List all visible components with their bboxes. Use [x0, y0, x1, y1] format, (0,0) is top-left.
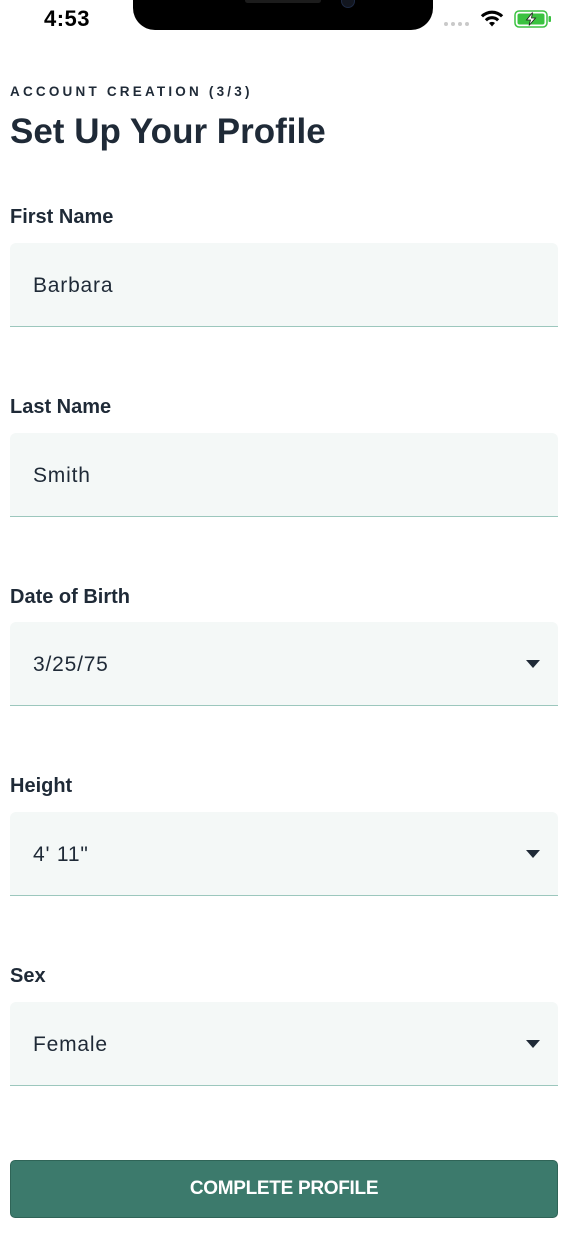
battery-charging-icon: [514, 10, 551, 28]
status-bar: 4:53: [0, 0, 574, 50]
page-title: Set Up Your Profile: [10, 112, 326, 151]
dropdown-caret-icon[interactable]: [526, 850, 540, 858]
notch-camera: [341, 0, 355, 8]
dropdown-caret-icon[interactable]: [526, 660, 540, 668]
dropdown-caret-icon[interactable]: [526, 1040, 540, 1048]
height-select[interactable]: 4' 11": [10, 812, 558, 896]
first-name-label: First Name: [10, 206, 114, 228]
wifi-icon: [480, 10, 504, 27]
date-of-birth-value[interactable]: 3/25/75: [33, 653, 109, 677]
last-name-label: Last Name: [10, 396, 112, 418]
signal-dots-icon: [444, 22, 469, 26]
complete-profile-button[interactable]: COMPLETE PROFILE: [10, 1160, 558, 1218]
first-name-field[interactable]: Barbara: [10, 243, 558, 327]
status-time: 4:53: [44, 6, 91, 31]
date-of-birth-label: Date of Birth: [10, 586, 130, 608]
step-label: ACCOUNT CREATION (3/3): [10, 84, 253, 99]
notch-speaker: [245, 0, 321, 3]
last-name-field[interactable]: Smith: [10, 433, 558, 517]
height-value[interactable]: 4' 11": [33, 843, 89, 867]
last-name-value[interactable]: Smith: [33, 464, 91, 488]
sex-label: Sex: [10, 965, 46, 987]
first-name-value[interactable]: Barbara: [33, 274, 113, 298]
date-of-birth-select[interactable]: 3/25/75: [10, 622, 558, 706]
height-label: Height: [10, 775, 73, 797]
sex-value[interactable]: Female: [33, 1033, 108, 1057]
sex-select[interactable]: Female: [10, 1002, 558, 1086]
device-notch: [133, 0, 433, 30]
